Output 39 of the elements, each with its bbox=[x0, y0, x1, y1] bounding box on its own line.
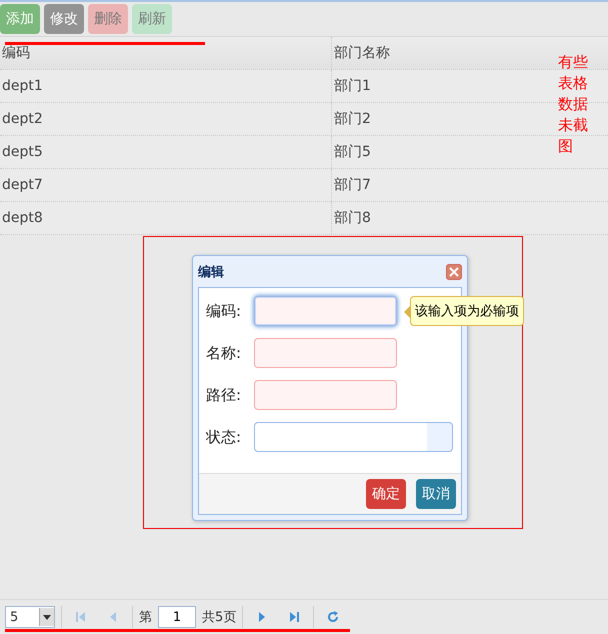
table-cell: 部门5 bbox=[334, 143, 371, 161]
table-cell: dept1 bbox=[2, 78, 43, 94]
table-cell: 部门8 bbox=[334, 209, 371, 227]
column-header: 部门名称 bbox=[334, 44, 390, 62]
close-button[interactable] bbox=[446, 264, 462, 280]
column-header: 编码 bbox=[2, 44, 30, 62]
last-page-icon[interactable] bbox=[287, 610, 302, 624]
first-page-icon[interactable] bbox=[74, 610, 88, 624]
table-cell: 部门7 bbox=[334, 176, 371, 194]
field-label: 名称: bbox=[206, 344, 242, 362]
refresh-icon[interactable] bbox=[326, 610, 340, 624]
input-field[interactable] bbox=[254, 338, 397, 368]
field-label: 编码: bbox=[206, 302, 242, 320]
table-cell: 部门2 bbox=[334, 110, 371, 128]
table-cell: dept5 bbox=[2, 144, 43, 160]
page-input[interactable]: 1 bbox=[158, 606, 196, 628]
page-total: 共5页 bbox=[202, 609, 236, 626]
table-cell: dept2 bbox=[2, 111, 43, 127]
close-icon bbox=[449, 266, 459, 276]
cancel-button[interactable]: 取消 bbox=[416, 479, 456, 509]
toolbar-button[interactable]: 修改 bbox=[44, 4, 84, 34]
table-cell: 部门1 bbox=[334, 77, 371, 95]
toolbar-button[interactable]: 刷新 bbox=[132, 4, 172, 34]
table-cell: dept7 bbox=[2, 177, 43, 193]
toolbar-button[interactable]: 删除 bbox=[88, 4, 128, 34]
status-combo[interactable] bbox=[254, 422, 453, 452]
field-label: 路径: bbox=[206, 386, 242, 404]
validation-tooltip: 该输入项为必输项 bbox=[403, 296, 524, 326]
confirm-button[interactable]: 确定 bbox=[366, 479, 406, 509]
table-cell: dept8 bbox=[2, 210, 43, 226]
dialog-title: 编辑 bbox=[198, 264, 224, 280]
caret-icon bbox=[43, 614, 51, 620]
field-label: 状态: bbox=[206, 428, 242, 446]
page-label: 第 bbox=[139, 609, 152, 626]
input-field[interactable] bbox=[254, 380, 397, 410]
input-field[interactable] bbox=[254, 296, 397, 326]
annotation-note: 有些表格数据未截图 bbox=[558, 52, 589, 157]
toolbar-button[interactable]: 添加 bbox=[0, 4, 40, 34]
page-size-select[interactable]: 5 bbox=[5, 606, 55, 628]
